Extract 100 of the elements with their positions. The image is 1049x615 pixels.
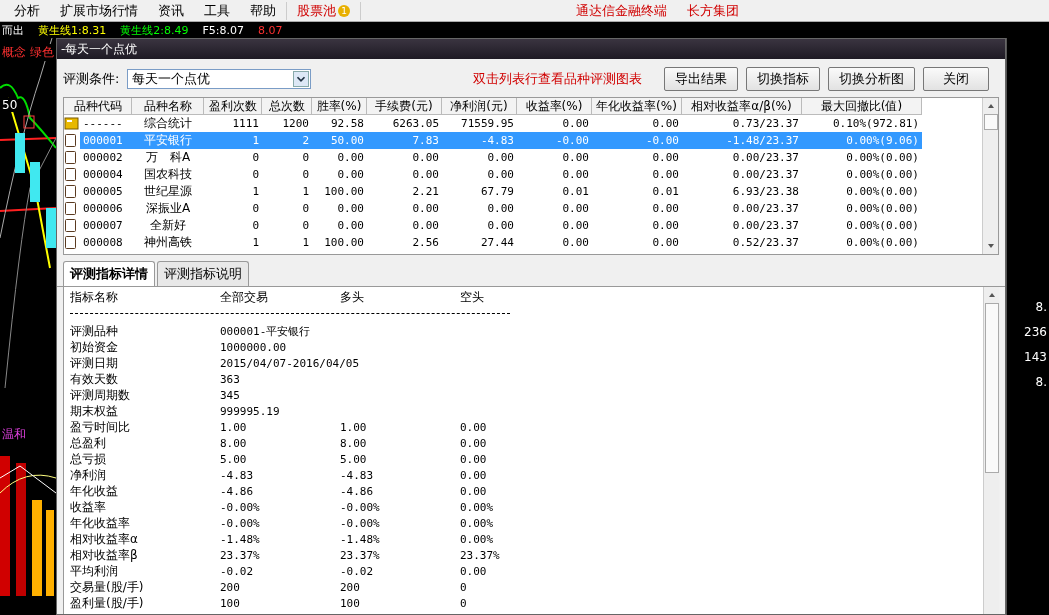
- scroll-thumb[interactable]: [984, 303, 999, 473]
- column-header[interactable]: 净利润(元): [442, 98, 517, 115]
- table-cell-text: 000007: [82, 218, 124, 234]
- metric-name: 有效天数: [70, 371, 119, 388]
- metric-value: 0.00: [460, 485, 487, 498]
- table-cell-text: 国农科技: [143, 166, 193, 183]
- table-cell-text: 深振业A: [144, 200, 192, 217]
- menu-item[interactable]: 工具: [194, 1, 240, 20]
- ticker-value: F5:8.07: [202, 23, 244, 37]
- table-cell-text: 0.00: [651, 116, 680, 132]
- table-cell-text: 0.01: [651, 184, 680, 200]
- menu-item[interactable]: 资讯: [148, 1, 194, 20]
- condition-label: 评测条件:: [63, 70, 120, 88]
- metric-value: 1.00: [220, 421, 247, 434]
- metric-value: -1.48%: [340, 533, 380, 546]
- metric-name: 相对收益率β: [70, 547, 139, 564]
- metric-name: 评测周期数: [70, 387, 131, 404]
- table-cell-text: 0.00/23.37: [731, 218, 800, 234]
- close-button[interactable]: 关闭: [923, 67, 989, 91]
- tab[interactable]: 评测指标详情: [63, 261, 155, 286]
- scrollbar[interactable]: [982, 98, 998, 254]
- table-row[interactable]: 000008 神州高铁 1 1 100.00 2.56 27.44 0.00 0.00 0.52/23.37 0.00%(0.00): [64, 234, 982, 251]
- column-header[interactable]: 胜率(%): [312, 98, 367, 115]
- table-row[interactable]: 000006 深振业A 0 0 0.00 0.00 0.00 0.00 0.00 0.00/23.37 0.00%(0.00): [64, 200, 982, 217]
- metric-name: 盈亏时间比: [70, 419, 131, 436]
- toolbar-button[interactable]: 切换指标: [746, 67, 820, 91]
- table-row[interactable]: ------ 综合统计 1111 1200 92.58 6263.05 71559.95 0.00 0.00 0.73/23.37 0.10%(972.81): [64, 115, 982, 132]
- table-row[interactable]: 000005 世纪星源 1 1 100.00 2.21 67.79 0.01 0.01 6.93/23.38 0.00%(0.00): [64, 183, 982, 200]
- column-header[interactable]: 收益率(%): [517, 98, 592, 115]
- metric-name: 年化收益率: [70, 515, 131, 532]
- table-cell-text: 综合统计: [143, 115, 193, 132]
- candle: [30, 162, 40, 202]
- table-cell-text: 100.00: [323, 184, 365, 200]
- table-cell-text: 0.00: [651, 167, 680, 183]
- table-cell-text: 000006: [82, 201, 124, 217]
- table-cell-text: 67.79: [479, 184, 515, 200]
- table-cell-text: 0.00: [561, 167, 590, 183]
- table-cell-text: 0: [251, 150, 260, 166]
- metric-value: 0.00%: [460, 517, 494, 530]
- table-row[interactable]: 000007 全新好 0 0 0.00 0.00 0.00 0.00 0.00 0.00/23.37 0.00%(0.00): [64, 217, 982, 234]
- table-cell: 0.00%(9.06): [802, 132, 922, 149]
- menu-item[interactable]: 帮助: [240, 1, 286, 20]
- metric-value: 0.00: [460, 469, 487, 482]
- scroll-thumb[interactable]: [983, 114, 998, 130]
- table-cell-text: 0.00: [336, 167, 365, 183]
- price-value: 8.: [1035, 375, 1048, 389]
- toolbar-button[interactable]: 导出结果: [664, 67, 738, 91]
- table-cell-text: 0.00/23.37: [731, 167, 800, 183]
- window-title: -每天一个点优: [57, 39, 1005, 59]
- table-cell-text: 1: [251, 235, 260, 251]
- column-header[interactable]: 最大回撤比(值): [802, 98, 922, 115]
- column-header[interactable]: 品种名称: [132, 98, 204, 115]
- table-cell-text: 0.00/23.37: [731, 150, 800, 166]
- menu-item[interactable]: 扩展市场行情: [50, 1, 148, 20]
- metric-value: -0.02: [340, 565, 374, 578]
- metric-value: -0.00%: [220, 517, 260, 530]
- column-header[interactable]: 总次数: [262, 98, 312, 115]
- metric-value: -0.00%: [340, 517, 380, 530]
- tab[interactable]: 评测指标说明: [157, 261, 249, 286]
- table-cell: 50.00: [312, 132, 367, 149]
- stock-pool-menu[interactable]: 股票池 1: [286, 1, 361, 20]
- table-cell-text: 0.00: [651, 150, 680, 166]
- table-cell-text: 0.00: [336, 201, 365, 217]
- metric-value: 8.00: [220, 437, 247, 450]
- column-header[interactable]: 品种代码: [64, 98, 132, 115]
- table-cell-text: 0.00: [486, 150, 515, 166]
- metric-value: 0: [460, 597, 467, 610]
- price-value: 236: [1024, 325, 1048, 339]
- column-header[interactable]: 相对收益率α/β(%): [682, 98, 802, 115]
- table-cell-text: 6.93/23.38: [731, 184, 800, 200]
- table-cell-text: 2.21: [411, 184, 440, 200]
- column-header: 多头: [340, 289, 365, 306]
- table-row[interactable]: 000004 国农科技 0 0 0.00 0.00 0.00 0.00 0.00 0.00/23.37 0.00%(0.00): [64, 166, 982, 183]
- ticker-value: 黄生线1:8.31: [38, 22, 107, 38]
- table-cell-text: 0.00: [651, 218, 680, 234]
- scrollbar[interactable]: [983, 287, 999, 614]
- menu-link[interactable]: 通达信金融终端: [566, 1, 677, 20]
- column-header[interactable]: 年化收益率(%): [592, 98, 682, 115]
- metric-name: 平均利润: [70, 563, 119, 580]
- table-cell-text: 万 科A: [144, 149, 192, 166]
- column-header[interactable]: 盈利次数: [204, 98, 262, 115]
- support-line: [0, 207, 56, 212]
- table-cell-text: 0.10%(972.81): [831, 116, 920, 132]
- condition-dropdown[interactable]: 每天一个点优: [127, 69, 312, 89]
- menu-item[interactable]: 分析: [4, 1, 50, 20]
- table-cell-text: 000004: [82, 167, 124, 183]
- metric-name: 盈利量(股/手): [70, 595, 145, 612]
- metric-value: -0.00%: [220, 501, 260, 514]
- table-cell-text: 0.00: [411, 167, 440, 183]
- chart-label: 概念 绿色: [2, 44, 54, 61]
- toolbar-button[interactable]: 切换分析图: [828, 67, 915, 91]
- column-header[interactable]: 手续费(元): [367, 98, 442, 115]
- table-cell-text: 0.00: [561, 201, 590, 217]
- metric-value: 1.00: [340, 421, 367, 434]
- table-cell-text: 0: [301, 167, 310, 183]
- table-row[interactable]: 000002 万 科A 0 0 0.00 0.00 0.00 0.00 0.00 0.00/23.37 0.00%(0.00): [64, 149, 982, 166]
- metric-value: 345: [220, 389, 240, 402]
- metric-value: 1000000.00: [220, 341, 287, 354]
- table-cell-text: 0.00: [561, 116, 590, 132]
- menu-link[interactable]: 长方集团: [677, 1, 749, 20]
